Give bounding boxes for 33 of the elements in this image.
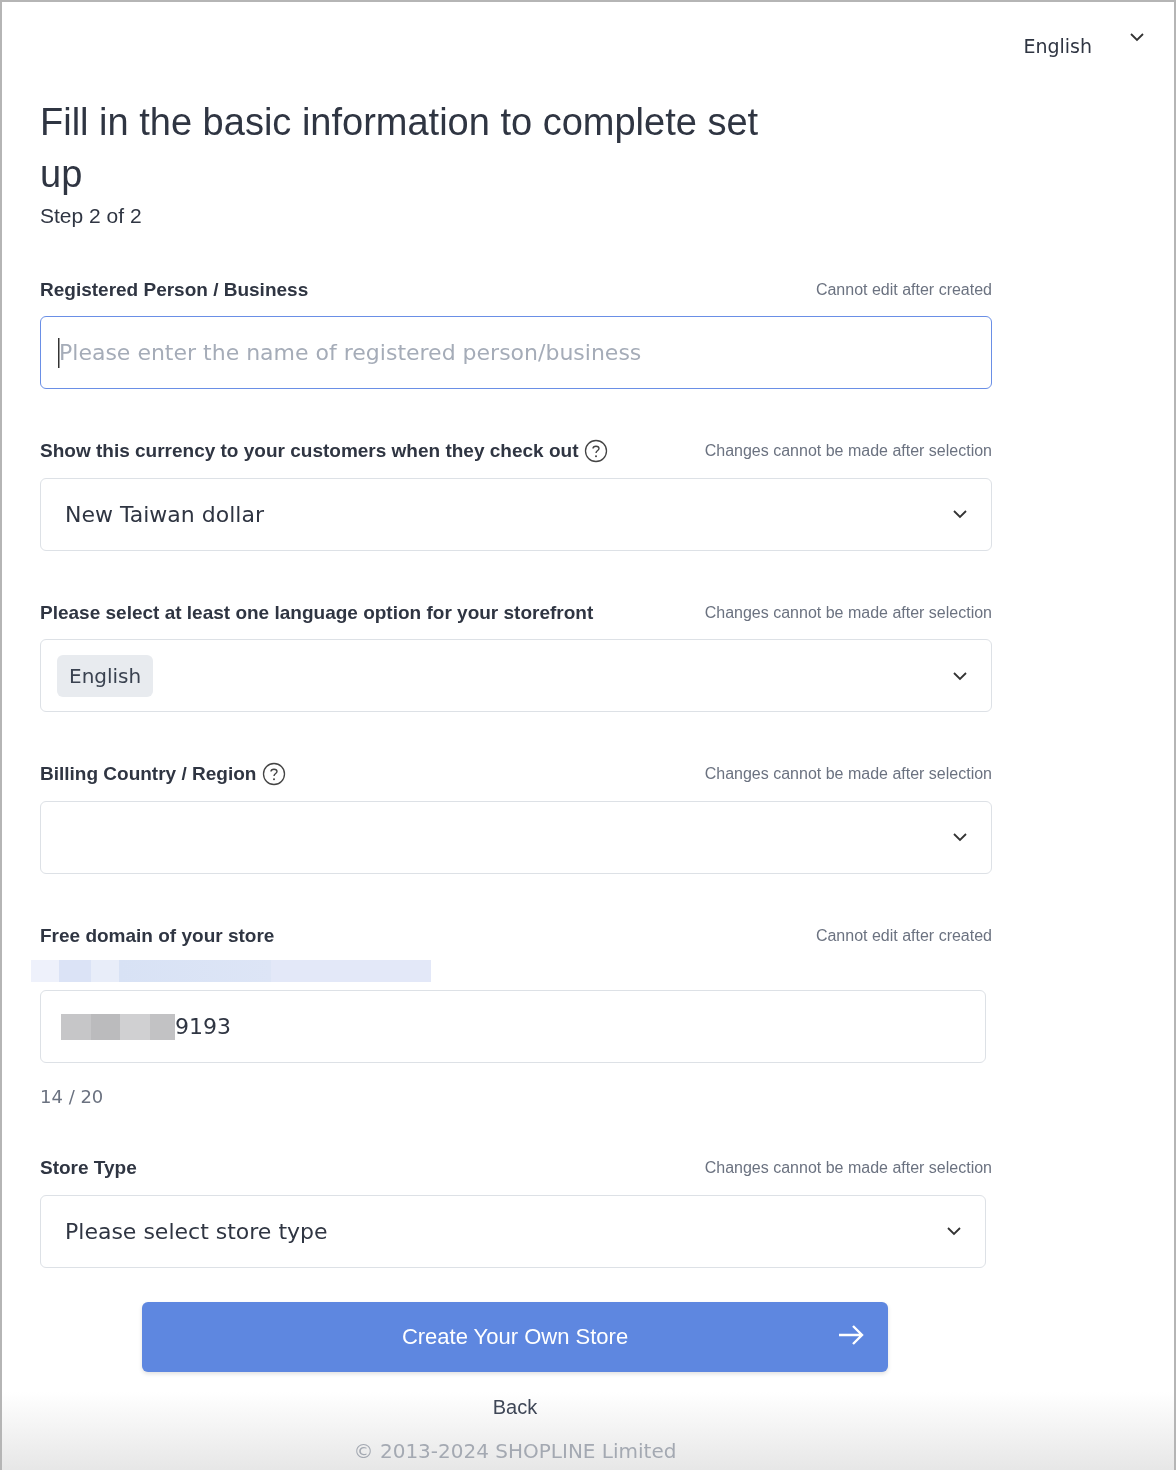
page-title: Fill in the basic information to complete set up xyxy=(40,100,760,197)
chevron-down-icon xyxy=(947,1226,961,1236)
text-input-field[interactable]: Please enter the name of registered person/business xyxy=(40,316,992,389)
back-link[interactable]: Back xyxy=(492,1391,538,1422)
field-label: Please select at least one language option for your storefront xyxy=(40,600,594,625)
help-icon[interactable] xyxy=(262,762,287,787)
field-note: Changes cannot be made after selection xyxy=(704,1158,992,1179)
chevron-down-icon xyxy=(953,832,967,842)
field-note: Cannot edit after created xyxy=(815,279,992,300)
field-label: Show this currency to your customers when they check out xyxy=(40,439,579,463)
character-counter: 14 / 20 xyxy=(40,1085,105,1109)
domain-input-field[interactable]: 9193 xyxy=(40,990,986,1063)
field-label: Billing Country / Region xyxy=(40,762,257,786)
copyright-text: © 2013-2024 SHOPLINE Limited xyxy=(353,1437,677,1465)
step-indicator: Step 2 of 2 xyxy=(40,203,143,229)
multi-select-field[interactable]: English xyxy=(40,639,992,712)
select-field[interactable] xyxy=(40,800,992,874)
field-label: Store Type xyxy=(40,1156,137,1180)
field-note: Cannot edit after created xyxy=(815,925,992,946)
field-note: Changes cannot be made after selection xyxy=(704,764,992,785)
language-dropdown[interactable]: English xyxy=(1023,32,1144,68)
select-field[interactable]: New Taiwan dollar xyxy=(40,477,992,551)
selected-tag: English xyxy=(57,654,154,697)
select-field[interactable]: Please select store type xyxy=(40,1194,986,1268)
field-label: Free domain of your store xyxy=(40,923,275,948)
chevron-down-icon xyxy=(1130,32,1144,42)
arrow-right-icon xyxy=(838,1323,864,1346)
chevron-down-icon xyxy=(953,509,967,519)
field-note: Changes cannot be made after selection xyxy=(704,441,992,462)
chevron-down-icon xyxy=(953,670,967,681)
field-label: Registered Person / Business xyxy=(40,277,309,302)
help-icon[interactable] xyxy=(584,439,609,464)
field-note: Changes cannot be made after selection xyxy=(704,602,992,623)
